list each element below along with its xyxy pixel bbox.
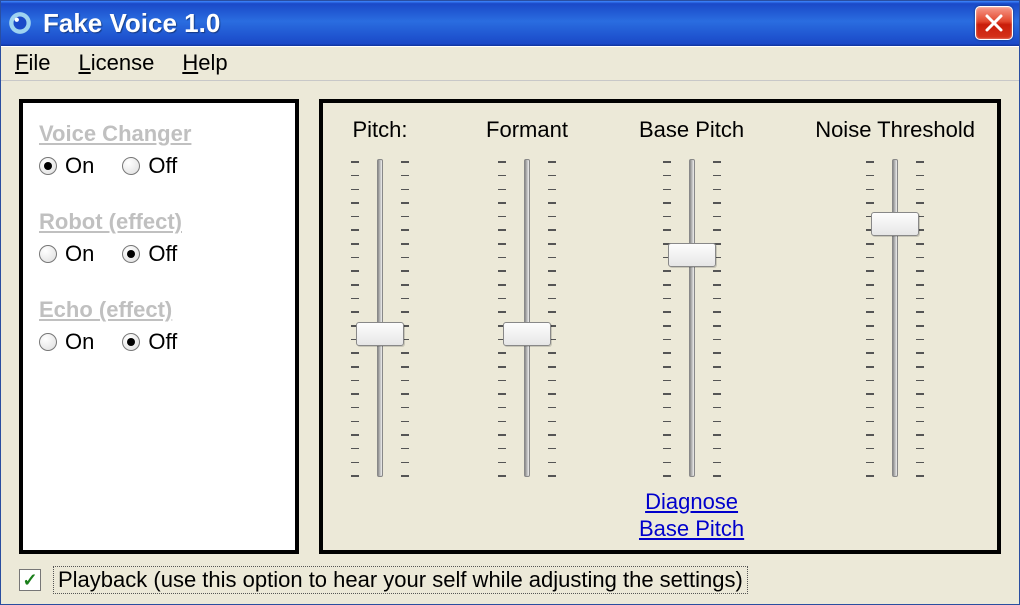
diagnose-base-pitch-link[interactable]: Diagnose Base Pitch	[639, 489, 744, 542]
noise-threshold-slider[interactable]	[860, 153, 930, 483]
voice-changer-group: Voice Changer On Off	[39, 121, 279, 179]
voice-changer-title: Voice Changer	[39, 121, 279, 147]
menu-license[interactable]: License	[78, 50, 154, 76]
title-bar: Fake Voice 1.0	[1, 1, 1019, 46]
robot-off-radio[interactable]: Off	[122, 241, 177, 267]
voice-changer-on-radio[interactable]: On	[39, 153, 94, 179]
playback-label: Playback (use this option to hear your s…	[53, 566, 748, 594]
sliders-panel: Pitch: Formant Base Pitch Diagnose	[319, 99, 1001, 554]
pitch-slider[interactable]	[345, 153, 415, 483]
echo-group: Echo (effect) On Off	[39, 297, 279, 355]
menu-file[interactable]: File	[15, 50, 50, 76]
app-icon	[7, 10, 33, 36]
robot-title: Robot (effect)	[39, 209, 279, 235]
base-pitch-label: Base Pitch	[639, 117, 744, 143]
voice-changer-off-radio[interactable]: Off	[122, 153, 177, 179]
robot-group: Robot (effect) On Off	[39, 209, 279, 267]
base-pitch-slider-col: Base Pitch Diagnose Base Pitch	[639, 117, 744, 542]
base-pitch-slider[interactable]	[657, 153, 727, 483]
echo-off-radio[interactable]: Off	[122, 329, 177, 355]
effects-panel: Voice Changer On Off Robot (effect) On O…	[19, 99, 299, 554]
noise-threshold-slider-col: Noise Threshold	[815, 117, 975, 542]
formant-slider[interactable]	[492, 153, 562, 483]
main-window: Fake Voice 1.0 File License Help Voice C…	[0, 0, 1020, 605]
noise-threshold-label: Noise Threshold	[815, 117, 975, 143]
playback-checkbox[interactable]	[19, 569, 41, 591]
close-icon	[984, 13, 1004, 33]
echo-title: Echo (effect)	[39, 297, 279, 323]
client-area: Voice Changer On Off Robot (effect) On O…	[1, 81, 1019, 604]
window-title: Fake Voice 1.0	[43, 8, 975, 39]
slider-row: Pitch: Formant Base Pitch Diagnose	[345, 117, 975, 542]
panels: Voice Changer On Off Robot (effect) On O…	[19, 99, 1001, 554]
pitch-slider-col: Pitch:	[345, 117, 415, 542]
menu-bar: File License Help	[1, 46, 1019, 82]
pitch-label: Pitch:	[352, 117, 407, 143]
formant-slider-col: Formant	[486, 117, 568, 542]
echo-on-radio[interactable]: On	[39, 329, 94, 355]
robot-on-radio[interactable]: On	[39, 241, 94, 267]
playback-row: Playback (use this option to hear your s…	[19, 566, 1001, 594]
close-button[interactable]	[975, 6, 1013, 40]
formant-label: Formant	[486, 117, 568, 143]
menu-help[interactable]: Help	[182, 50, 227, 76]
